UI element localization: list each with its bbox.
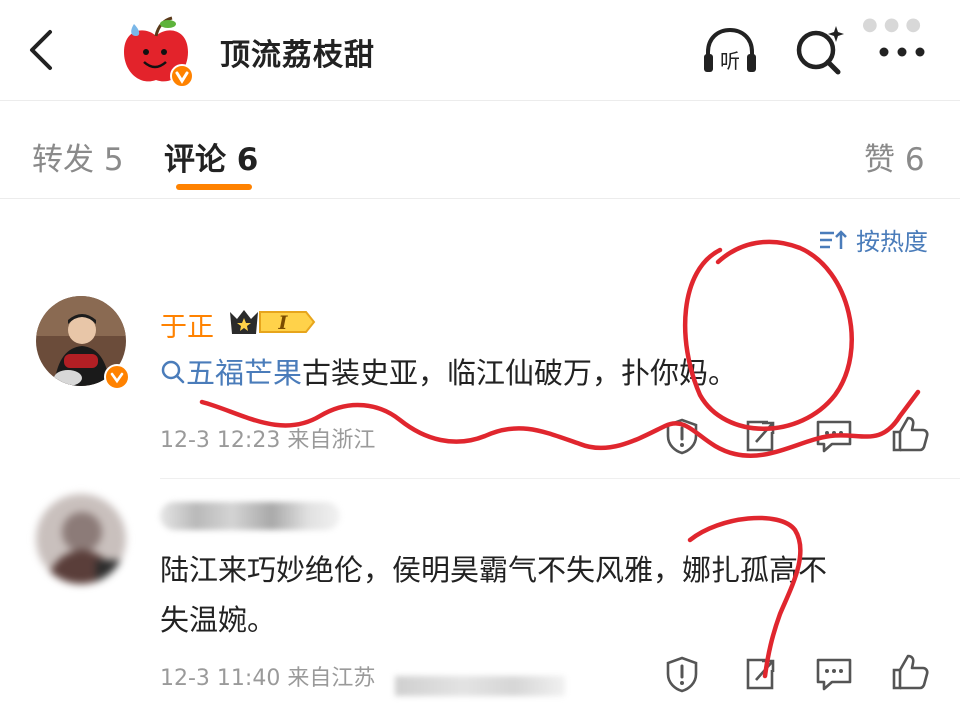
topic-link[interactable]: 五福芒果 (186, 356, 302, 390)
share-icon[interactable] (738, 654, 782, 694)
shield-icon[interactable] (660, 416, 704, 456)
comment-body-line1: 陆江来巧妙绝伦，侯明昊霸气不失风雅，娜扎孤高不 (160, 553, 828, 587)
annotation-circle (682, 239, 854, 431)
comment-body-line2: 失温婉。 (160, 603, 277, 637)
tab-likes[interactable]: 赞 6 (864, 134, 925, 179)
comment-username[interactable]: 于正 (160, 305, 214, 344)
share-icon[interactable] (738, 416, 782, 456)
comment-page: 顶流荔枝甜 听 ●●● 转发 5 评论 6 赞 6 按热度 于正 I 五福芒果古… (0, 0, 960, 708)
blurred-username (160, 502, 340, 530)
like-icon[interactable] (888, 652, 932, 692)
sort-icon (820, 229, 847, 249)
page-title: 顶流荔枝甜 (220, 38, 375, 73)
comment-meta: 12-3 12:23 来自浙江 (160, 428, 376, 453)
topic-search-icon (161, 360, 185, 384)
apple-avatar-icon[interactable] (116, 14, 196, 92)
verified-badge-icon (104, 364, 130, 390)
more-dots-icon[interactable] (872, 24, 932, 78)
blurred-watermark (395, 676, 565, 696)
comment-text: 五福芒果古装史亚，临江仙破万，扑你妈。 (160, 348, 737, 398)
listen-label: 听 (720, 49, 740, 73)
comment-body: 古装史亚，临江仙破万，扑你妈。 (302, 356, 738, 390)
search-sparkle-icon[interactable] (790, 24, 850, 78)
headphones-listen-icon[interactable]: 听 (700, 24, 760, 78)
tab-bar: 转发 5 评论 6 赞 6 (0, 100, 960, 199)
comment-divider (160, 478, 960, 479)
sort-label: 按热度 (856, 228, 928, 256)
comment-meta: 12-3 11:40 来自江苏 (160, 666, 376, 691)
shield-icon[interactable] (660, 654, 704, 694)
like-icon[interactable] (888, 414, 932, 454)
vip-crown-badge-icon: I (230, 310, 316, 334)
comment-icon[interactable] (812, 416, 856, 456)
top-bar: 顶流荔枝甜 听 ●●● (0, 0, 960, 101)
avatar[interactable] (36, 494, 126, 584)
back-arrow-icon[interactable] (22, 26, 62, 74)
tab-active-indicator (176, 184, 252, 190)
comment-icon[interactable] (812, 654, 856, 694)
tab-reposts[interactable]: 转发 5 (32, 134, 124, 179)
tab-comments[interactable]: 评论 6 (164, 134, 258, 179)
sort-toggle[interactable]: 按热度 (818, 222, 928, 257)
vip-level: I (278, 312, 289, 334)
comment-text: 陆江来巧妙绝伦，侯明昊霸气不失风雅，娜扎孤高不 失温婉。 (160, 545, 827, 645)
